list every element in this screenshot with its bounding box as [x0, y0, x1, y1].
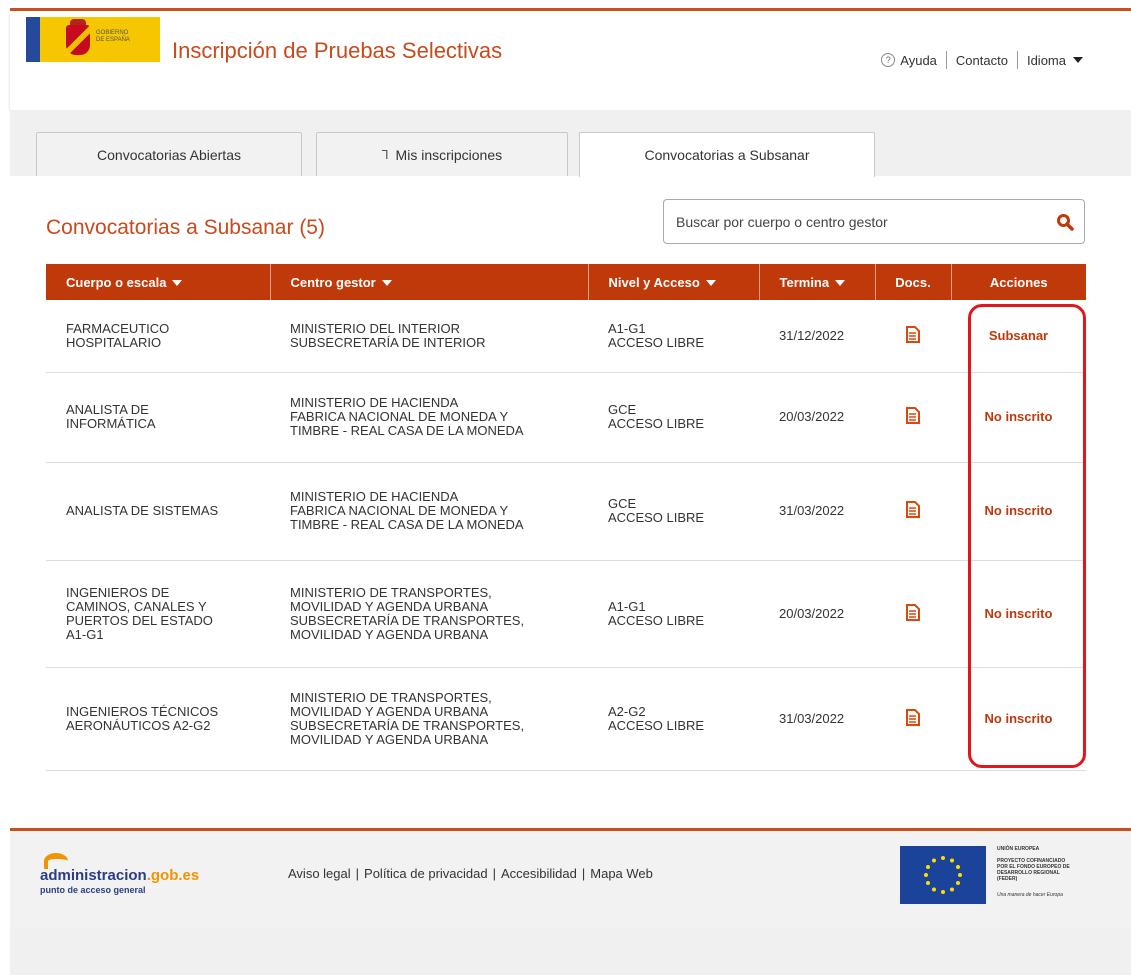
aviso-legal-link[interactable]: Aviso legal	[288, 866, 351, 881]
mapa-web-link[interactable]: Mapa Web	[590, 866, 653, 881]
chevron-down-icon	[381, 280, 392, 287]
accesibilidad-link[interactable]: Accesibilidad	[501, 866, 577, 881]
centro-cell: MINISTERIO DEL INTERIOR SUBSECRETARÍA DE …	[270, 300, 588, 373]
termina-cell: 20/03/2022	[759, 372, 875, 463]
centro-cell: MINISTERIO DE HACIENDA FABRICA NACIONAL D…	[270, 462, 588, 561]
tab-convocatorias-a-subsanar[interactable]: Convocatorias a Subsanar	[579, 132, 875, 177]
search-box	[663, 199, 1085, 244]
tab-mis-inscripciones[interactable]: ⅂ Mis inscripciones	[316, 132, 568, 176]
language-selector[interactable]: Idioma	[1027, 53, 1066, 68]
search-input[interactable]	[676, 210, 1036, 234]
bottom-area	[10, 928, 1131, 975]
pdf-document-icon[interactable]	[906, 501, 920, 518]
contact-link[interactable]: Contacto	[956, 53, 1008, 68]
sort-termina-header[interactable]: Termina	[759, 264, 876, 300]
nivel-cell: A2-G2 ACCESO LIBRE	[588, 667, 759, 771]
cuerpo-cell: ANALISTA DE SISTEMAS	[46, 462, 270, 561]
termina-cell: 31/03/2022	[759, 667, 875, 771]
sort-centro-header[interactable]: Centro gestor	[270, 264, 589, 300]
tab-convocatorias-abiertas[interactable]: Convocatorias Abiertas	[36, 132, 302, 176]
swoosh-icon	[44, 853, 68, 869]
no-inscrito-link[interactable]: No inscrito	[985, 606, 1053, 621]
sort-nivel-header[interactable]: Nivel y Acceso	[588, 264, 760, 300]
pdf-document-icon[interactable]	[906, 603, 920, 621]
chevron-down-icon	[172, 280, 183, 287]
coat-of-arms-icon	[66, 25, 90, 55]
nivel-cell: GCE ACCESO LIBRE	[588, 462, 759, 561]
sort-cuerpo-header[interactable]: Cuerpo o escala	[46, 264, 271, 300]
footer-links: Aviso legal | Política de privacidad | A…	[288, 866, 653, 881]
chevron-down-icon	[705, 280, 716, 287]
pdf-document-icon[interactable]	[906, 325, 920, 343]
help-icon[interactable]: ?	[881, 53, 896, 67]
cuerpo-cell: ANALISTA DE INFORMÁTICA	[46, 372, 270, 463]
acciones-header: Acciones	[951, 264, 1086, 300]
gobierno-de-espana-logo[interactable]: GOBIERNO DE ESPAÑA	[26, 17, 160, 62]
help-link[interactable]: Ayuda	[900, 53, 937, 68]
lock-icon: ⅂	[381, 147, 389, 162]
eu-feder-text: UNIÓN EUROPEA PROYECTO COFINANCIADO POR …	[997, 846, 1070, 898]
subsanar-link[interactable]: Subsanar	[989, 328, 1048, 343]
privacidad-link[interactable]: Política de privacidad	[364, 866, 488, 881]
chevron-down-icon[interactable]	[1073, 57, 1083, 63]
table-row: INGENIEROS DE CAMINOS, CANALES Y PUERTOS D…	[46, 560, 1086, 668]
termina-cell: 20/03/2022	[759, 560, 875, 668]
chevron-down-icon	[835, 280, 846, 287]
centro-cell: MINISTERIO DE TRANSPORTES, MOVILIDAD Y AG…	[270, 560, 588, 668]
centro-cell: MINISTERIO DE HACIENDA FABRICA NACIONAL D…	[270, 372, 588, 463]
nivel-cell: A1-G1 ACCESO LIBRE	[588, 300, 759, 373]
page-title: Convocatorias a Subsanar (5)	[46, 216, 325, 239]
convocatorias-table: Cuerpo o escala Centro gestor Nivel y Ac…	[46, 264, 1086, 771]
termina-cell: 31/03/2022	[759, 462, 875, 561]
docs-header: Docs.	[875, 264, 952, 300]
table-row: FARMACEUTICO HOSPITALARIO MINISTERIO DEL …	[46, 300, 1086, 373]
pdf-document-icon[interactable]	[906, 708, 920, 726]
gov-logo-text: GOBIERNO DE ESPAÑA	[96, 30, 130, 43]
app-title: Inscripción de Pruebas Selectivas	[172, 38, 503, 63]
search-icon[interactable]	[1056, 213, 1074, 231]
no-inscrito-link[interactable]: No inscrito	[985, 711, 1053, 726]
cuerpo-cell: INGENIEROS DE CAMINOS, CANALES Y PUERTOS D…	[46, 560, 270, 668]
table-row: ANALISTA DE INFORMÁTICA MINISTERIO DE HAC…	[46, 372, 1086, 463]
administracion-gob-es-logo[interactable]: administracion.gob.es punto de acceso ge…	[40, 853, 199, 895]
pdf-document-icon[interactable]	[906, 407, 920, 424]
centro-cell: MINISTERIO DE TRANSPORTES, MOVILIDAD Y AG…	[270, 667, 588, 771]
nivel-cell: A1-G1 ACCESO LIBRE	[588, 560, 759, 668]
table-row: INGENIEROS TÉCNICOS AERONÁUTICOS A2-G2 MI…	[46, 667, 1086, 771]
eu-flag-icon	[900, 846, 986, 904]
table-header-row: Cuerpo o escala Centro gestor Nivel y Ac…	[46, 264, 1086, 300]
table-row: ANALISTA DE SISTEMAS MINISTERIO DE HACIE…	[46, 462, 1086, 561]
no-inscrito-link[interactable]: No inscrito	[985, 503, 1053, 518]
utility-nav: ? Ayuda Contacto Idioma	[881, 51, 1083, 69]
tab-bar: Convocatorias Abiertas ⅂ Mis inscripcion…	[10, 110, 1131, 177]
eu-stripe	[26, 17, 40, 62]
cuerpo-cell: INGENIEROS TÉCNICOS AERONÁUTICOS A2-G2	[46, 667, 270, 771]
no-inscrito-link[interactable]: No inscrito	[985, 409, 1053, 424]
termina-cell: 31/12/2022	[759, 300, 875, 373]
cuerpo-cell: FARMACEUTICO HOSPITALARIO	[46, 300, 270, 373]
nivel-cell: GCE ACCESO LIBRE	[588, 372, 759, 463]
